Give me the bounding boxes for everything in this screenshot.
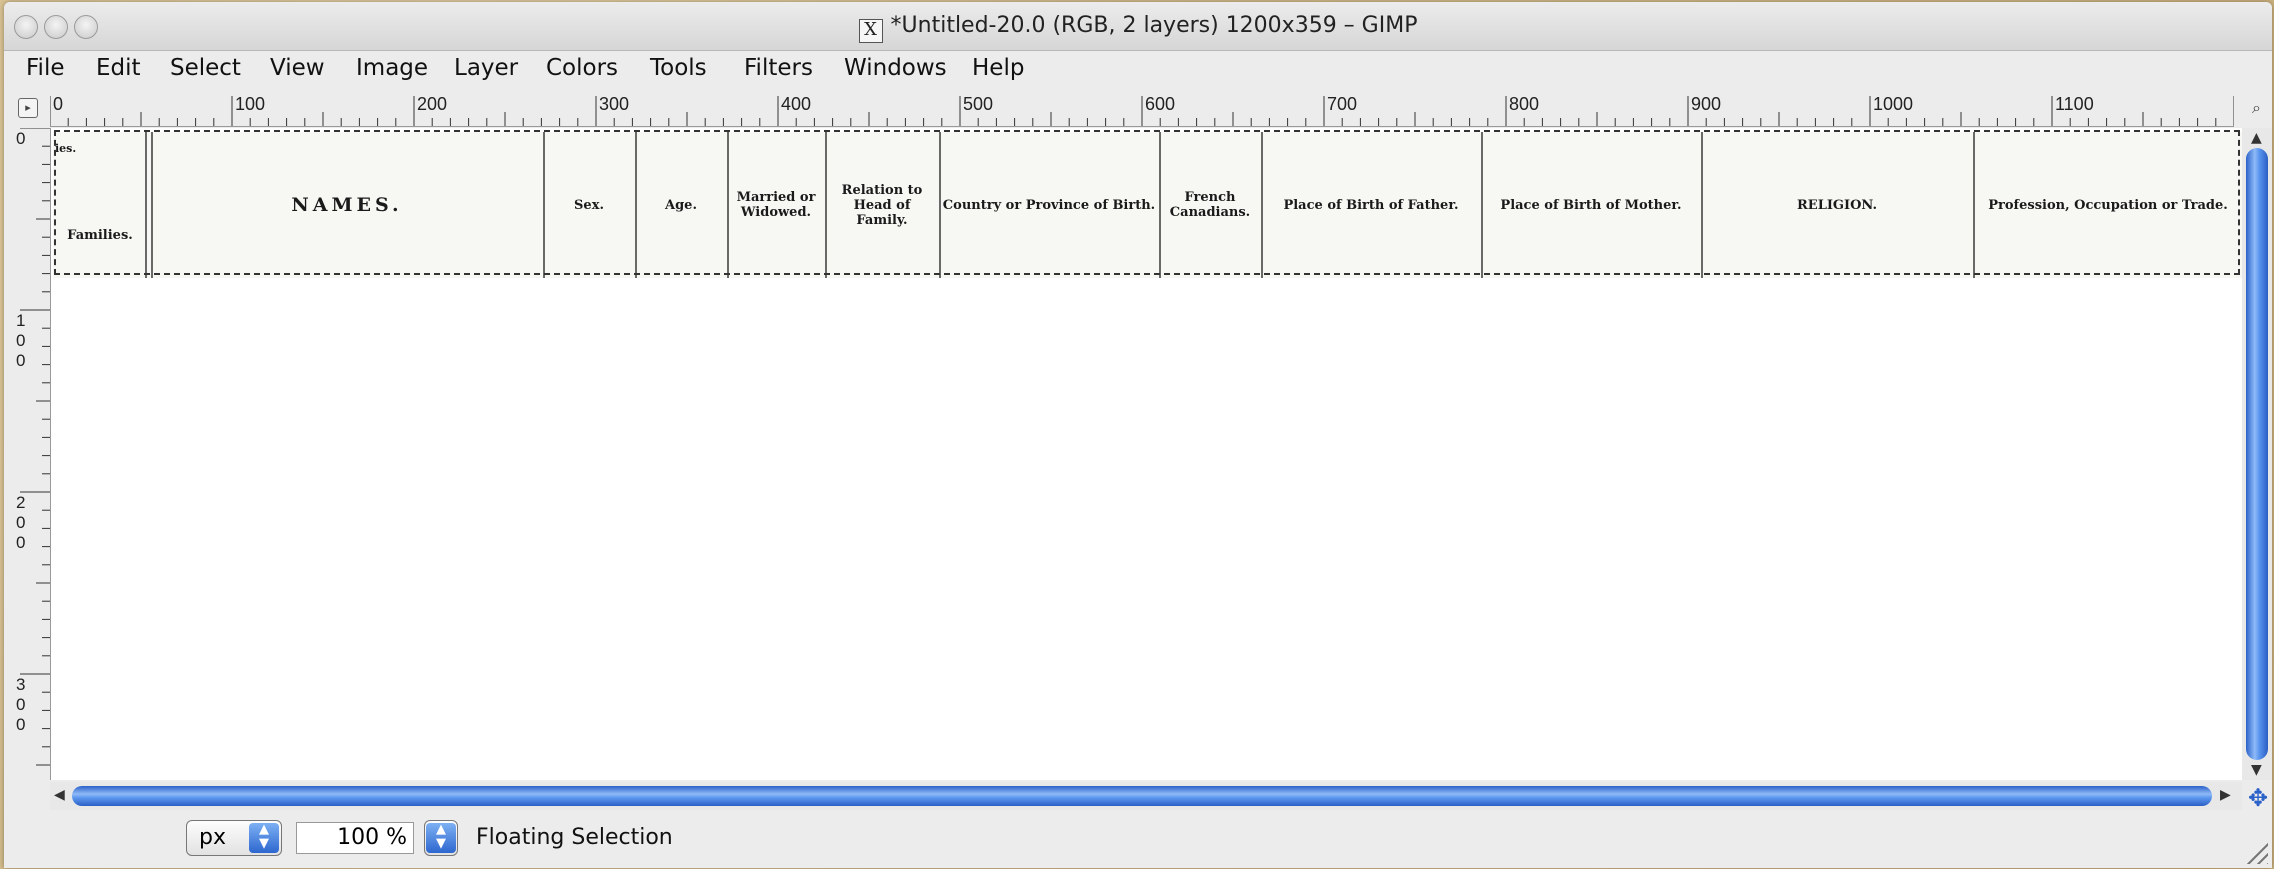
unit-value: px (199, 825, 226, 850)
ruler-v-label: 1 (16, 311, 25, 330)
menu-colors[interactable]: Colors (546, 55, 618, 81)
zoom-magnifier-icon[interactable]: ⌕ (2252, 98, 2261, 118)
menu-help[interactable]: Help (972, 55, 1024, 81)
ruler-v-label: 0 (16, 533, 25, 552)
ruler-h-label: 1000 (1873, 94, 1913, 114)
menu-layer[interactable]: Layer (454, 55, 518, 81)
ruler-v-label: 0 (16, 129, 25, 148)
title-bar[interactable]: X *Untitled-20.0 (RGB, 2 layers) 1200x359… (4, 2, 2272, 51)
vertical-scrollbar[interactable]: ▲ ▼ (2242, 128, 2272, 780)
floating-selection-marquee[interactable] (54, 130, 2240, 275)
ruler-h-label: 100 (235, 94, 265, 114)
zoom-input[interactable]: 100 % (296, 822, 414, 854)
scroll-up-arrow-icon[interactable]: ▲ (2251, 130, 2262, 146)
quick-mask-toggle-icon[interactable]: ▸ (18, 98, 38, 118)
menu-edit[interactable]: Edit (96, 55, 141, 81)
ruler-v-label: 0 (16, 351, 25, 370)
ruler-v-label: 0 (16, 695, 25, 714)
menu-view[interactable]: View (270, 55, 325, 81)
image-canvas[interactable]: ies. Families. NAMES. Sex. Age. Married … (51, 128, 2242, 780)
window-title-area: X *Untitled-20.0 (RGB, 2 layers) 1200x359… (4, 2, 2272, 50)
horizontal-ruler-ticks: 0 100 200 300 400 500 600 700 800 900 1000 1100 (50, 94, 2234, 126)
zoom-spinner-icon[interactable]: ▲ ▼ (426, 823, 456, 853)
vertical-scroll-thumb[interactable] (2246, 148, 2268, 760)
menu-filters[interactable]: Filters (744, 55, 813, 81)
zoom-selector[interactable]: ▲ ▼ (424, 820, 458, 856)
menu-image[interactable]: Image (356, 55, 428, 81)
window-title: *Untitled-20.0 (RGB, 2 layers) 1200x359 … (890, 13, 1418, 38)
menu-windows[interactable]: Windows (844, 55, 947, 81)
unit-selector[interactable]: px ▲ ▼ (186, 820, 282, 856)
vertical-ruler[interactable]: 0100200300 (12, 128, 51, 780)
ruler-v-label: 3 (16, 675, 25, 694)
gimp-image-window: X *Untitled-20.0 (RGB, 2 layers) 1200x359… (4, 2, 2272, 868)
scroll-left-arrow-icon[interactable]: ◀ (54, 787, 65, 803)
x11-icon: X (858, 19, 883, 43)
horizontal-scrollbar[interactable]: ◀ ▶ (50, 782, 2242, 810)
ruler-h-label: 500 (963, 94, 993, 114)
menu-bar: File Edit Select View Image Layer Colors… (4, 51, 2272, 87)
ruler-h-label: 400 (781, 94, 811, 114)
navigate-image-icon[interactable]: ✥ (2248, 784, 2268, 812)
ruler-h-label: 900 (1691, 94, 1721, 114)
ruler-v-label: 2 (16, 493, 25, 512)
ruler-h-label: 600 (1145, 94, 1175, 114)
horizontal-ruler[interactable]: 0 100 200 300 400 500 600 700 800 900 1000 1100 (50, 92, 2234, 127)
ruler-h-label: 800 (1509, 94, 1539, 114)
ruler-h-label: 300 (599, 94, 629, 114)
ruler-h-label: 700 (1327, 94, 1357, 114)
ruler-h-label: 200 (417, 94, 447, 114)
menu-tools[interactable]: Tools (650, 55, 707, 81)
menu-file[interactable]: File (26, 55, 65, 81)
status-message: Floating Selection (476, 825, 673, 850)
ruler-v-label: 0 (16, 715, 25, 734)
unit-spinner-icon[interactable]: ▲ ▼ (249, 823, 279, 853)
ruler-h-label: 1100 (2055, 94, 2094, 114)
scroll-right-arrow-icon[interactable]: ▶ (2220, 787, 2231, 803)
horizontal-scroll-thumb[interactable] (72, 786, 2212, 806)
menu-select[interactable]: Select (170, 55, 241, 81)
vertical-ruler-ticks: 0100200300 (16, 128, 50, 766)
scroll-down-arrow-icon[interactable]: ▼ (2251, 762, 2262, 778)
ruler-v-label: 0 (16, 513, 25, 532)
ruler-v-label: 0 (16, 331, 25, 350)
ruler-h-label: 0 (53, 94, 63, 114)
